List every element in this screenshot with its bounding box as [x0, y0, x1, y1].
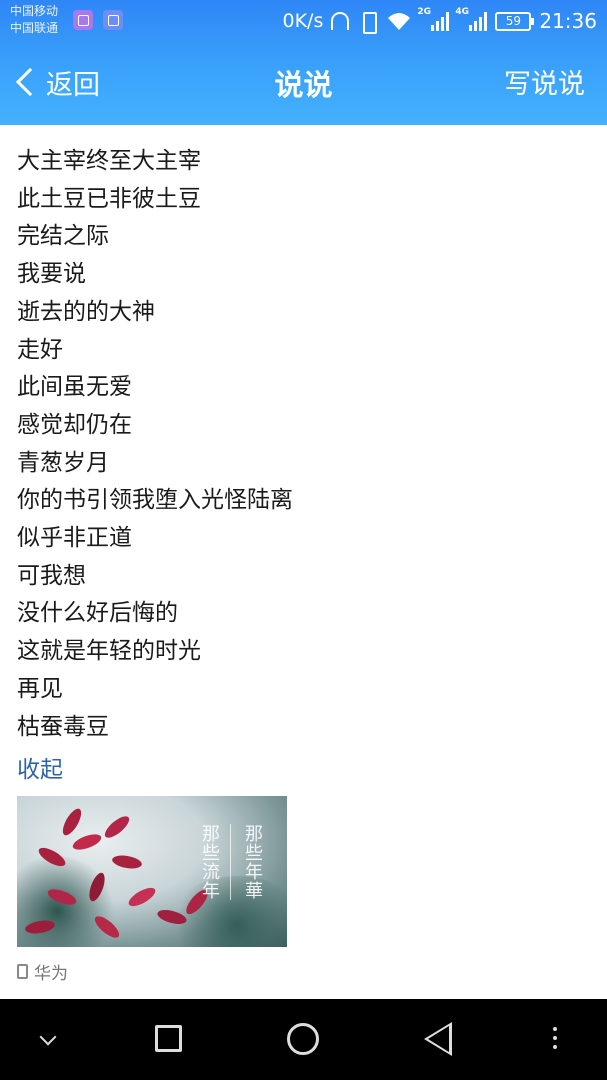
- battery-icon: 59: [495, 11, 535, 31]
- post-image[interactable]: 那些年華 那些流年: [17, 796, 287, 948]
- post-line: 完结之际: [17, 223, 109, 250]
- title-bar: 返回 说说 写说说: [0, 44, 607, 125]
- post-line: 我要说: [17, 261, 86, 288]
- headset-icon: [331, 12, 350, 30]
- status-indicators: 0K/s 2G 4G 59 21:36: [282, 6, 597, 36]
- back-icon[interactable]: [424, 1022, 452, 1056]
- post-line: 此土豆已非彼土豆: [17, 185, 201, 212]
- wifi-icon: [387, 11, 411, 31]
- net-speed: 0K/s: [282, 10, 324, 32]
- post-line: 这就是年轻的时光: [17, 638, 201, 665]
- image-caption-line: 那些年華: [242, 824, 263, 901]
- more-icon[interactable]: [553, 1027, 557, 1049]
- signal-type-2: 4G: [455, 7, 470, 17]
- post-line: 你的书引领我堕入光怪陆离: [17, 487, 293, 514]
- post-line: 感觉却仍在: [17, 411, 132, 438]
- signal-type-1: 2G: [417, 7, 432, 17]
- chevron-left-icon: [15, 67, 45, 97]
- post-line: 此间虽无爱: [17, 374, 132, 401]
- home-icon[interactable]: [287, 1023, 319, 1055]
- chevron-down-icon[interactable]: [39, 1028, 57, 1046]
- signal-icon: 2G: [417, 7, 450, 31]
- carrier-1: 中国移动: [10, 4, 59, 18]
- back-label: 返回: [46, 69, 100, 101]
- clock: 21:36: [539, 9, 597, 33]
- phone-icon: [17, 964, 28, 980]
- post-line: 走好: [17, 336, 63, 363]
- post-line: 似乎非正道: [17, 525, 132, 552]
- post-line: 可我想: [17, 562, 86, 589]
- top-bar: 中国移动 中国联通 0K/s 2G 4G 59 21:36 返回 说说 写说说: [0, 0, 607, 125]
- image-caption-line: 那些流年: [199, 824, 220, 901]
- post-content: 大主宰终至大主宰 此土豆已非彼土豆 完结之际我要说逝去的的大神 走好此间虽无爱感觉却仍…: [17, 143, 592, 984]
- vibrate-icon: [357, 11, 379, 34]
- sim-icon: [103, 10, 123, 30]
- sim-icon: [73, 10, 93, 30]
- post-line: 没什么好后悔的: [17, 600, 178, 627]
- post-text[interactable]: 大主宰终至大主宰 此土豆已非彼土豆 完结之际我要说逝去的的大神 走好此间虽无爱感觉却仍…: [17, 143, 592, 746]
- back-button[interactable]: 返回: [12, 62, 100, 102]
- post-line: 枯蚕毒豆: [17, 713, 109, 740]
- post-line: 大主宰终至大主宰: [17, 148, 201, 174]
- collapse-link[interactable]: 收起: [17, 755, 592, 785]
- navigation-bar: [0, 999, 607, 1080]
- signal-icon: 4G: [455, 7, 488, 31]
- write-post-button[interactable]: 写说说: [504, 62, 585, 101]
- post-line: 再见: [17, 675, 63, 702]
- post-line: 逝去的的大神: [17, 298, 155, 325]
- recents-icon[interactable]: [155, 1025, 182, 1052]
- status-bar: 中国移动 中国联通 0K/s 2G 4G 59 21:36: [0, 0, 607, 44]
- post-line: 青葱岁月: [17, 449, 109, 476]
- carrier-2: 中国联通: [10, 21, 59, 35]
- device-label: 华为: [34, 964, 68, 985]
- image-caption: 那些年華 那些流年: [196, 824, 265, 901]
- device-info: 华为: [17, 959, 592, 984]
- carrier-names: 中国移动 中国联通: [10, 3, 58, 37]
